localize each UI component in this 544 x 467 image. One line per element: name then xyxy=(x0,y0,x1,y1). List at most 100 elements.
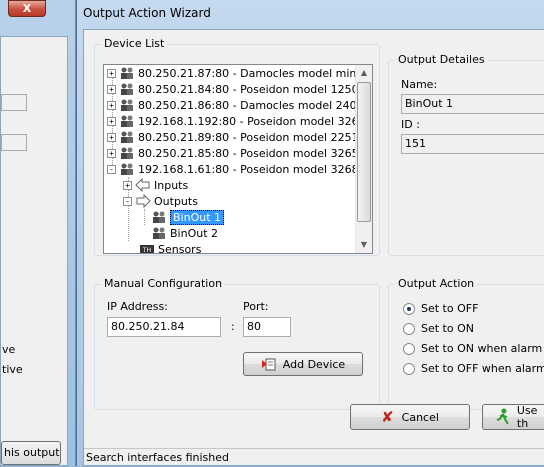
output-action-group: Output Action Set to OFF Set to ON Set t… xyxy=(388,277,544,410)
tree-item-binout-2[interactable]: BinOut 2 xyxy=(151,225,218,241)
cancel-label: Cancel xyxy=(401,410,439,424)
tree-item-device[interactable]: + 192.168.1.192:80 - Poseidon model 3266 xyxy=(107,113,366,129)
tree-item-label: Sensors xyxy=(158,242,202,254)
ip-port-separator: : xyxy=(231,320,235,333)
radio-set-off-alarm[interactable]: Set to OFF when alarm acti xyxy=(403,362,544,375)
device-list-group: Device List + 80.250.21.87:80 - Damocles… xyxy=(94,37,380,256)
tree-item-device[interactable]: + 80.250.21.85:80 - Poseidon model 3265 xyxy=(107,145,359,161)
background-output-button[interactable]: his output xyxy=(1,441,61,465)
expand-icon[interactable]: + xyxy=(107,100,116,110)
binary-output-icon xyxy=(153,211,165,223)
tree-item-label: Outputs xyxy=(154,194,198,208)
device-group-icon xyxy=(121,147,133,159)
tree-item-device[interactable]: - 192.168.1.61:80 - Poseidon model 3268 xyxy=(107,161,359,177)
use-label: Use th xyxy=(516,404,538,430)
tree-item-sensors[interactable]: TH Sensors xyxy=(139,241,202,254)
tree-item-label: BinOut 1 xyxy=(170,209,225,225)
tree-item-label: 80.250.21.85:80 - Poseidon model 3265 xyxy=(138,146,359,160)
background-label: ve xyxy=(2,343,16,356)
tree-item-device[interactable]: + 80.250.21.87:80 - Damocles model mini xyxy=(107,65,359,81)
collapse-icon[interactable]: - xyxy=(123,196,132,206)
tree-item-outputs[interactable]: - Outputs xyxy=(123,193,198,209)
add-device-icon xyxy=(261,358,276,371)
tree-scrollbar[interactable]: ▲ ▼ xyxy=(355,65,372,253)
name-field[interactable]: BinOut 1 xyxy=(401,94,544,114)
output-details-group: Output Detailes Name: BinOut 1 ID : 151 xyxy=(388,53,544,256)
id-field[interactable]: 151 xyxy=(401,134,544,154)
device-group-icon xyxy=(121,83,133,95)
expand-icon[interactable]: + xyxy=(107,68,116,78)
collapse-icon[interactable]: - xyxy=(107,164,116,174)
use-this-output-button[interactable]: Use th xyxy=(482,404,544,430)
input-arrow-icon xyxy=(135,178,150,192)
device-group-icon xyxy=(121,131,133,143)
binary-output-icon xyxy=(153,227,165,239)
tree-item-device[interactable]: + 80.250.21.84:80 - Poseidon model 1250 xyxy=(107,81,359,97)
tree-item-label: 192.168.1.61:80 - Poseidon model 3268 xyxy=(138,162,359,176)
expand-icon[interactable]: + xyxy=(123,180,132,190)
manual-config-legend: Manual Configuration xyxy=(101,277,226,290)
scroll-up-icon[interactable]: ▲ xyxy=(356,65,372,81)
scroll-down-icon[interactable]: ▼ xyxy=(356,237,372,253)
device-group-icon xyxy=(121,115,133,127)
scroll-thumb[interactable] xyxy=(357,82,371,222)
running-man-icon xyxy=(496,408,509,425)
tree-item-label: Inputs xyxy=(154,178,189,192)
cancel-x-icon: ✘ xyxy=(381,408,394,426)
device-group-icon xyxy=(121,99,133,111)
tree-item-label: 80.250.21.89:80 - Poseidon model 2251 xyxy=(138,130,359,144)
radio-label: Set to ON xyxy=(421,322,474,335)
svg-text:TH: TH xyxy=(142,247,151,254)
thermometer-sensor-icon: TH xyxy=(140,245,154,254)
radio-set-on-alarm[interactable]: Set to ON when alarm acti xyxy=(403,342,544,355)
manual-config-group: Manual Configuration IP Address: 80.250.… xyxy=(94,277,380,410)
radio-button[interactable] xyxy=(403,342,415,355)
background-label: tive xyxy=(2,363,23,376)
background-window-client: ve tive his output xyxy=(0,36,68,466)
wizard-client: Device List + 80.250.21.87:80 - Damocles… xyxy=(83,29,544,466)
ip-address-label: IP Address: xyxy=(107,300,168,313)
tree-item-binout-1[interactable]: BinOut 1 xyxy=(151,209,225,225)
device-list-legend: Device List xyxy=(101,37,168,50)
expand-icon[interactable]: + xyxy=(107,84,116,94)
radio-button[interactable] xyxy=(403,362,415,375)
tree-item-label: 80.250.21.84:80 - Poseidon model 1250 xyxy=(138,82,359,96)
port-label: Port: xyxy=(243,300,269,313)
device-group-icon xyxy=(121,67,133,79)
device-tree[interactable]: + 80.250.21.87:80 - Damocles model mini … xyxy=(103,64,373,254)
radio-label: Set to OFF xyxy=(421,302,479,315)
radio-set-on[interactable]: Set to ON xyxy=(403,322,474,335)
ip-address-input[interactable]: 80.250.21.84 xyxy=(107,317,221,337)
cancel-button[interactable]: ✘ Cancel xyxy=(350,404,470,430)
add-device-label: Add Device xyxy=(282,357,346,371)
expand-icon[interactable]: + xyxy=(107,116,116,126)
output-details-legend: Output Detailes xyxy=(395,53,488,66)
radio-label: Set to ON when alarm acti xyxy=(421,342,544,355)
radio-button[interactable] xyxy=(403,322,415,335)
tree-item-device[interactable]: + 80.250.21.86:80 - Damocles model 2404 xyxy=(107,97,364,113)
tree-item-label: 80.250.21.86:80 - Damocles model 2404 xyxy=(138,98,364,112)
port-input[interactable]: 80 xyxy=(243,317,291,337)
close-icon[interactable]: X xyxy=(8,0,46,17)
background-field[interactable] xyxy=(1,134,27,151)
output-arrow-icon xyxy=(136,194,151,208)
radio-set-off[interactable]: Set to OFF xyxy=(403,302,478,315)
expand-icon[interactable]: + xyxy=(107,132,116,142)
background-field[interactable] xyxy=(1,94,27,111)
add-device-button[interactable]: Add Device xyxy=(243,352,363,376)
output-action-legend: Output Action xyxy=(395,277,478,290)
status-bar: Search interfaces finished xyxy=(84,448,544,467)
name-label: Name: xyxy=(401,78,438,91)
background-window: X ve tive his output xyxy=(0,0,76,466)
window-title: Output Action Wizard xyxy=(83,6,211,20)
id-label: ID : xyxy=(401,118,420,131)
tree-item-label: BinOut 2 xyxy=(170,226,219,240)
tree-item-label: 80.250.21.87:80 - Damocles model mini xyxy=(138,66,360,80)
tree-item-label: 192.168.1.192:80 - Poseidon model 3266 xyxy=(138,114,366,128)
tree-item-device[interactable]: + 80.250.21.89:80 - Poseidon model 2251 xyxy=(107,129,359,145)
radio-button[interactable] xyxy=(403,302,415,315)
wizard-window: Output Action Wizard Device List + 80.25… xyxy=(76,0,544,466)
radio-label: Set to OFF when alarm acti xyxy=(421,362,544,375)
tree-item-inputs[interactable]: + Inputs xyxy=(123,177,188,193)
expand-icon[interactable]: + xyxy=(107,148,116,158)
